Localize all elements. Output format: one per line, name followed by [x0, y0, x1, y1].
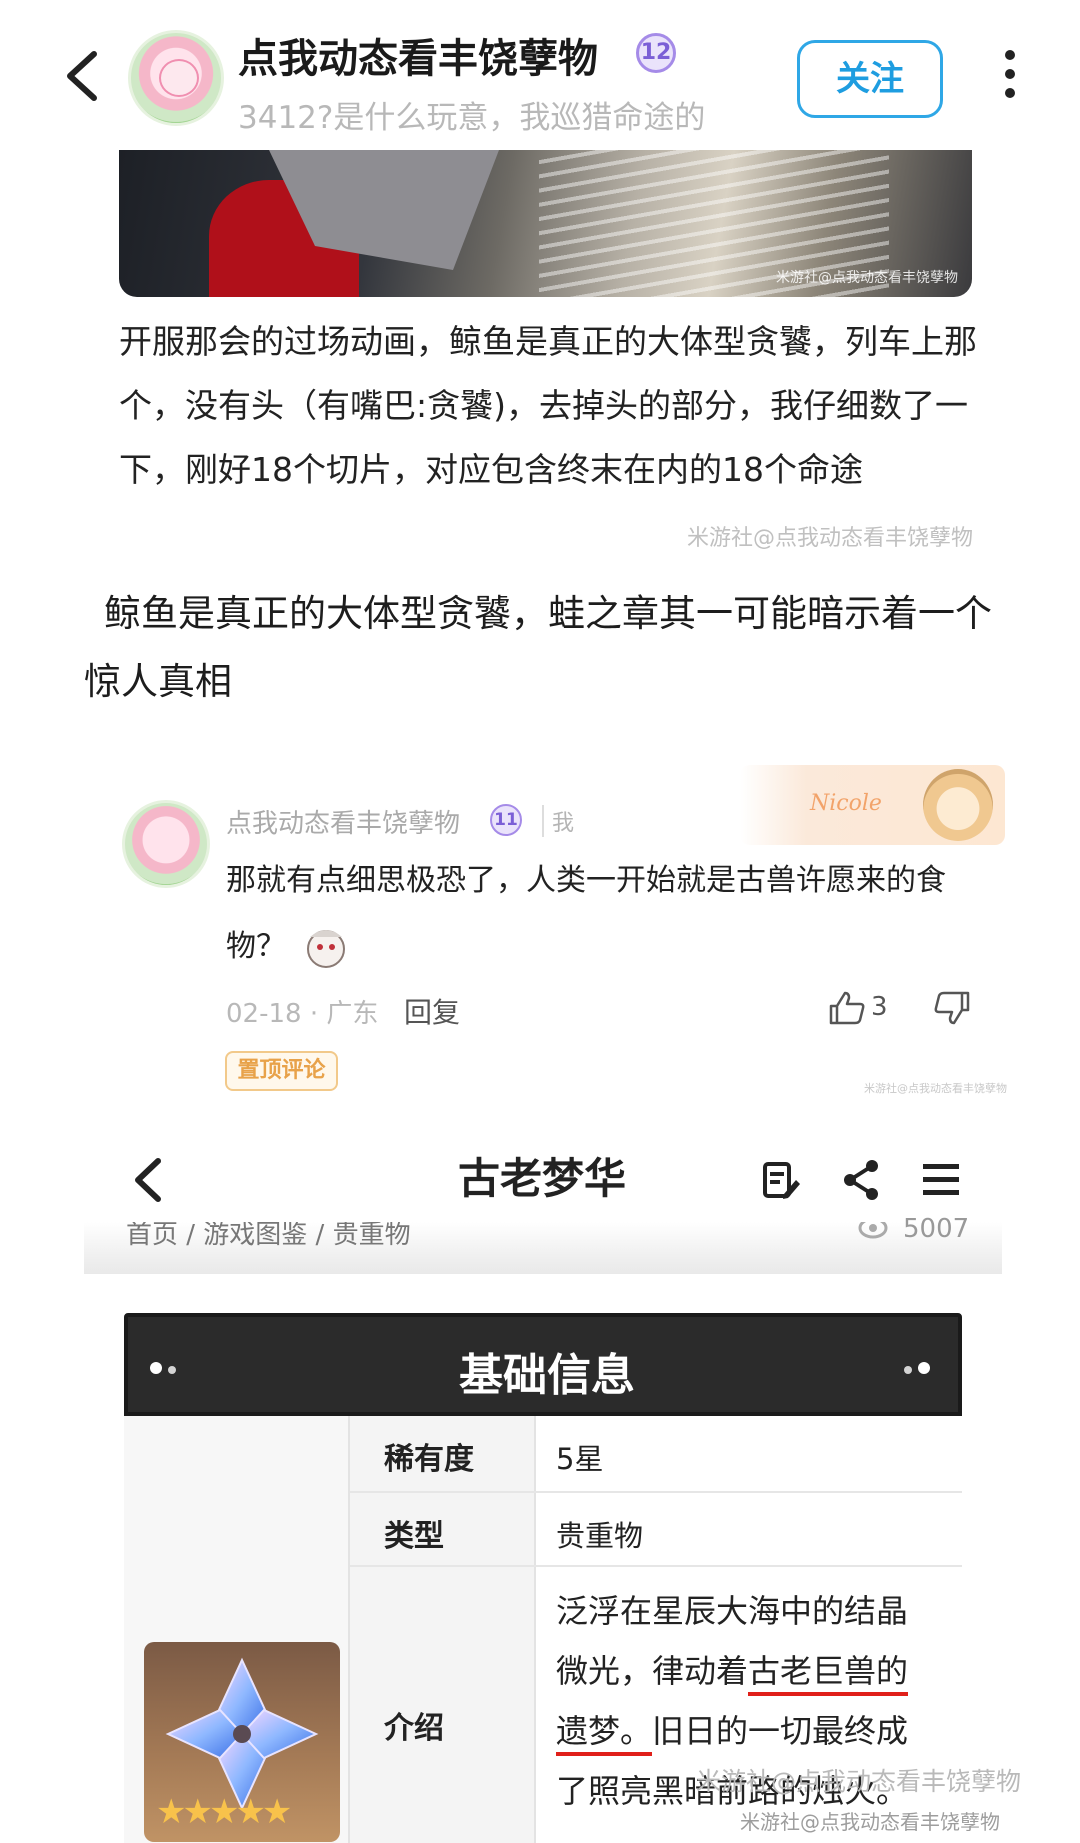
row-value: 5星 [556, 1442, 604, 1476]
wiki-back-icon [128, 1155, 168, 1205]
comment-avatar[interactable] [122, 800, 210, 888]
views-count: 5007 [903, 1214, 970, 1244]
relic-image: ★★★★★ [144, 1642, 340, 1842]
edit-icon [760, 1160, 802, 1202]
info-row-type: 类型 贵重物 [350, 1493, 962, 1567]
post-image[interactable]: 米游社@点我动态看丰饶孽物 [119, 150, 972, 297]
quoted-text: 开服那会的过场动画，鲸鱼是真正的大体型贪饕，列车上那个，没有头（有嘴巴:贪饕)，… [119, 322, 977, 489]
item-image-cell: ★★★★★ [124, 1416, 350, 1843]
row-key: 稀有度 [384, 1442, 474, 1477]
quote-watermark: 米游社@点我动态看丰饶孽物 [687, 526, 974, 551]
row-key: 类型 [384, 1519, 444, 1554]
author-signature: 3412?是什么玩意，我巡猎命途的 [238, 100, 706, 136]
dislike-icon[interactable] [932, 990, 972, 1026]
comment-text: 那就有点细思极恐了，人类一开始就是古兽许愿来的食物？ [226, 848, 996, 980]
follow-button[interactable]: 关注 [797, 40, 943, 118]
row-key: 介绍 [384, 1711, 444, 1746]
level-badge: 12 [636, 33, 676, 73]
bottom-watermark: 米游社@点我动态看丰饶孽物 [696, 1767, 1022, 1796]
wiki-page-title: 古老梦华 [458, 1154, 627, 1203]
breadcrumb: 首页 / 游戏图鉴 / 贵重物 [126, 1222, 411, 1250]
post-body-text: 鲸鱼是真正的大体型贪饕，蛙之章其一可能暗示着一个惊人真相 [84, 592, 992, 703]
pinned-comment-badge: 置顶评论 [225, 1051, 338, 1091]
views-eye-icon [858, 1222, 888, 1246]
comment-author-name[interactable]: 点我动态看丰饶孽物 [226, 803, 460, 840]
like-icon[interactable] [827, 990, 867, 1026]
author-name[interactable]: 点我动态看丰饶孽物 [238, 26, 598, 84]
comment-decoration-banner: Nicole [740, 765, 1005, 845]
info-row-description: 介绍 泛浮在星辰大海中的结晶微光，律动着古老巨兽的遗梦。旧日的一切最终成了照亮黑… [350, 1567, 962, 1843]
like-count: 3 [871, 992, 888, 1022]
post-header: 点我动态看丰饶孽物 12 3412?是什么玩意，我巡猎命途的 关注 [0, 0, 1080, 150]
row-value: 贵重物 [556, 1519, 644, 1553]
bottom-watermark-small: 米游社@点我动态看丰饶孽物 [740, 1810, 1000, 1834]
info-row-rarity: 稀有度 5星 [350, 1416, 962, 1493]
back-icon[interactable] [60, 48, 108, 104]
info-card-title: 基础信息 [459, 1350, 635, 1401]
share-icon [840, 1158, 882, 1202]
me-tag: 我 [542, 805, 574, 837]
info-card-header: 基础信息 [124, 1313, 962, 1416]
author-avatar[interactable] [128, 30, 224, 126]
comment-watermark: 米游社@点我动态看丰饶孽物 [864, 1082, 1007, 1095]
comment-level-badge: 11 [490, 804, 522, 836]
reply-button[interactable]: 回复 [404, 991, 460, 1031]
banner-text: Nicole [810, 791, 882, 816]
comment-date-location: 02-18 · 广东 [226, 999, 379, 1029]
image-watermark: 米游社@点我动态看丰饶孽物 [776, 270, 958, 286]
menu-icon [920, 1160, 962, 1200]
sticker-emoji [302, 925, 350, 971]
rarity-stars: ★★★★★ [156, 1792, 292, 1832]
more-options-icon[interactable] [1000, 48, 1020, 104]
